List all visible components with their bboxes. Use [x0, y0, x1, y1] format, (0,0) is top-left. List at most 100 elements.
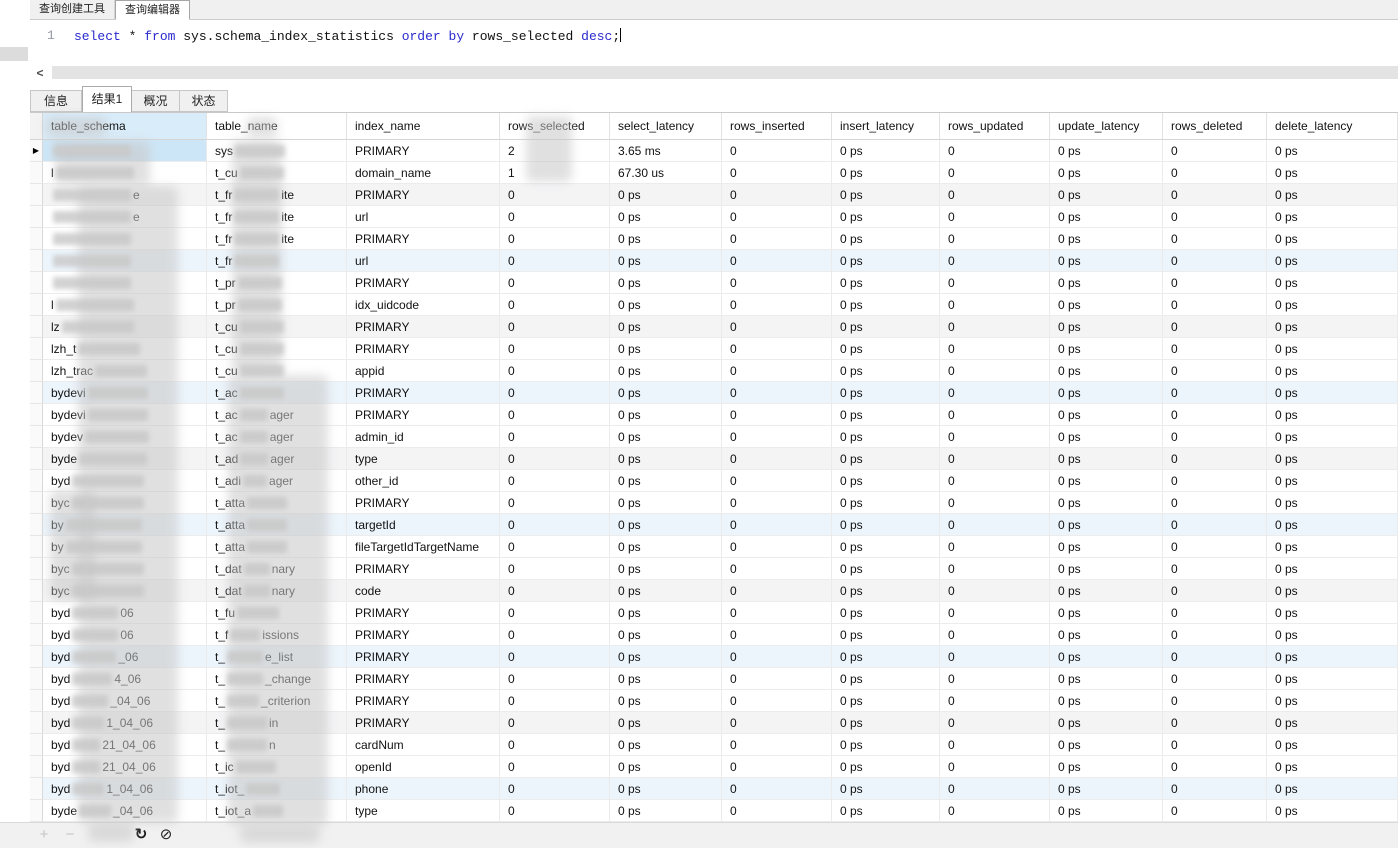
cell-update_latency[interactable]: 0 ps — [1050, 492, 1163, 514]
cell-rows_deleted[interactable]: 0 — [1163, 646, 1267, 668]
cell-select_latency[interactable]: 0 ps — [610, 184, 722, 206]
cell-rows_deleted[interactable]: 0 — [1163, 184, 1267, 206]
cell-select_latency[interactable]: 0 ps — [610, 294, 722, 316]
cell-select_latency[interactable]: 3.65 ms — [610, 140, 722, 162]
table-row[interactable]: lzt_cuPRIMARY00 ps00 ps00 ps00 ps — [30, 316, 1398, 338]
cell-insert_latency[interactable]: 0 ps — [832, 492, 940, 514]
row-marker-cell[interactable] — [30, 206, 43, 228]
cell-rows_inserted[interactable]: 0 — [722, 712, 832, 734]
cell-rows_selected[interactable]: 0 — [500, 470, 610, 492]
cell-update_latency[interactable]: 0 ps — [1050, 580, 1163, 602]
cell-rows_deleted[interactable]: 0 — [1163, 360, 1267, 382]
cell-table_name[interactable]: t_cu — [207, 162, 347, 184]
cell-rows_deleted[interactable]: 0 — [1163, 316, 1267, 338]
row-marker-cell[interactable] — [30, 580, 43, 602]
cell-table_schema[interactable]: byc — [43, 492, 207, 514]
cell-rows_deleted[interactable]: 0 — [1163, 272, 1267, 294]
horizontal-scrollbar[interactable] — [52, 66, 1398, 79]
cell-insert_latency[interactable]: 0 ps — [832, 470, 940, 492]
table-row[interactable]: et_friteurl00 ps00 ps00 ps00 ps — [30, 206, 1398, 228]
cell-rows_inserted[interactable]: 0 — [722, 338, 832, 360]
cell-index_name[interactable]: phone — [347, 778, 500, 800]
cell-table_name[interactable]: t__change — [207, 668, 347, 690]
cell-delete_latency[interactable]: 0 ps — [1267, 778, 1398, 800]
cell-update_latency[interactable]: 0 ps — [1050, 294, 1163, 316]
cell-rows_inserted[interactable]: 0 — [722, 778, 832, 800]
cell-select_latency[interactable]: 0 ps — [610, 426, 722, 448]
cell-select_latency[interactable]: 0 ps — [610, 272, 722, 294]
cell-update_latency[interactable]: 0 ps — [1050, 558, 1163, 580]
table-row[interactable]: byd4_06t__changePRIMARY00 ps00 ps00 ps00… — [30, 668, 1398, 690]
cell-rows_updated[interactable]: 0 — [940, 778, 1050, 800]
table-row[interactable]: byct_datnarycode00 ps00 ps00 ps00 ps — [30, 580, 1398, 602]
stop-icon[interactable]: ⊘ — [156, 825, 176, 845]
cell-table_schema[interactable]: lz — [43, 316, 207, 338]
cell-rows_selected[interactable]: 0 — [500, 316, 610, 338]
cell-rows_deleted[interactable]: 0 — [1163, 756, 1267, 778]
cell-select_latency[interactable]: 0 ps — [610, 470, 722, 492]
cell-table_schema[interactable]: byd — [43, 470, 207, 492]
cell-insert_latency[interactable]: 0 ps — [832, 602, 940, 624]
cell-insert_latency[interactable]: 0 ps — [832, 250, 940, 272]
cell-table_name[interactable]: t_fissions — [207, 624, 347, 646]
cell-rows_updated[interactable]: 0 — [940, 272, 1050, 294]
cell-rows_updated[interactable]: 0 — [940, 448, 1050, 470]
cell-delete_latency[interactable]: 0 ps — [1267, 294, 1398, 316]
cell-rows_inserted[interactable]: 0 — [722, 250, 832, 272]
cell-rows_deleted[interactable]: 0 — [1163, 690, 1267, 712]
cell-select_latency[interactable]: 0 ps — [610, 206, 722, 228]
table-row[interactable]: byd21_04_06t_ncardNum00 ps00 ps00 ps00 p… — [30, 734, 1398, 756]
column-header-rows_selected[interactable]: rows_selected — [500, 113, 610, 140]
cell-index_name[interactable]: PRIMARY — [347, 558, 500, 580]
cell-rows_selected[interactable]: 0 — [500, 272, 610, 294]
cell-rows_updated[interactable]: 0 — [940, 360, 1050, 382]
cell-delete_latency[interactable]: 0 ps — [1267, 624, 1398, 646]
cell-select_latency[interactable]: 0 ps — [610, 756, 722, 778]
cell-table_schema[interactable]: l — [43, 162, 207, 184]
cell-table_name[interactable]: t_fr — [207, 250, 347, 272]
cell-table_schema[interactable]: byd21_04_06 — [43, 734, 207, 756]
cell-select_latency[interactable]: 0 ps — [610, 316, 722, 338]
cell-table_schema[interactable]: e — [43, 184, 207, 206]
row-marker-cell[interactable] — [30, 756, 43, 778]
cell-delete_latency[interactable]: 0 ps — [1267, 492, 1398, 514]
cell-select_latency[interactable]: 67.30 us — [610, 162, 722, 184]
cell-insert_latency[interactable]: 0 ps — [832, 712, 940, 734]
cell-table_schema[interactable]: byd21_04_06 — [43, 756, 207, 778]
cell-rows_selected[interactable]: 0 — [500, 536, 610, 558]
cell-insert_latency[interactable]: 0 ps — [832, 514, 940, 536]
cell-rows_selected[interactable]: 0 — [500, 228, 610, 250]
cell-index_name[interactable]: PRIMARY — [347, 492, 500, 514]
cell-rows_selected[interactable]: 0 — [500, 712, 610, 734]
row-marker-cell[interactable] — [30, 668, 43, 690]
cell-table_name[interactable]: t__criterion — [207, 690, 347, 712]
cell-update_latency[interactable]: 0 ps — [1050, 382, 1163, 404]
cell-table_schema[interactable]: e — [43, 206, 207, 228]
cell-table_schema[interactable]: byd06 — [43, 624, 207, 646]
sql-statement[interactable]: select * from sys.schema_index_statistic… — [74, 28, 621, 44]
cell-table_name[interactable]: t_frite — [207, 184, 347, 206]
cell-update_latency[interactable]: 0 ps — [1050, 250, 1163, 272]
cell-insert_latency[interactable]: 0 ps — [832, 448, 940, 470]
cell-index_name[interactable]: cardNum — [347, 734, 500, 756]
cell-delete_latency[interactable]: 0 ps — [1267, 316, 1398, 338]
cell-rows_deleted[interactable]: 0 — [1163, 514, 1267, 536]
row-marker-cell[interactable] — [30, 184, 43, 206]
row-marker-cell[interactable] — [30, 470, 43, 492]
cell-insert_latency[interactable]: 0 ps — [832, 536, 940, 558]
cell-update_latency[interactable]: 0 ps — [1050, 316, 1163, 338]
row-marker-cell[interactable] — [30, 492, 43, 514]
cell-index_name[interactable]: type — [347, 448, 500, 470]
row-marker-cell[interactable] — [30, 360, 43, 382]
cell-insert_latency[interactable]: 0 ps — [832, 338, 940, 360]
cell-rows_inserted[interactable]: 0 — [722, 426, 832, 448]
cell-insert_latency[interactable]: 0 ps — [832, 404, 940, 426]
cell-update_latency[interactable]: 0 ps — [1050, 536, 1163, 558]
cell-index_name[interactable]: PRIMARY — [347, 316, 500, 338]
cell-rows_updated[interactable]: 0 — [940, 734, 1050, 756]
table-row[interactable]: t_fritePRIMARY00 ps00 ps00 ps00 ps — [30, 228, 1398, 250]
cell-insert_latency[interactable]: 0 ps — [832, 734, 940, 756]
cell-rows_deleted[interactable]: 0 — [1163, 602, 1267, 624]
cell-table_schema[interactable]: byc — [43, 558, 207, 580]
cell-update_latency[interactable]: 0 ps — [1050, 646, 1163, 668]
